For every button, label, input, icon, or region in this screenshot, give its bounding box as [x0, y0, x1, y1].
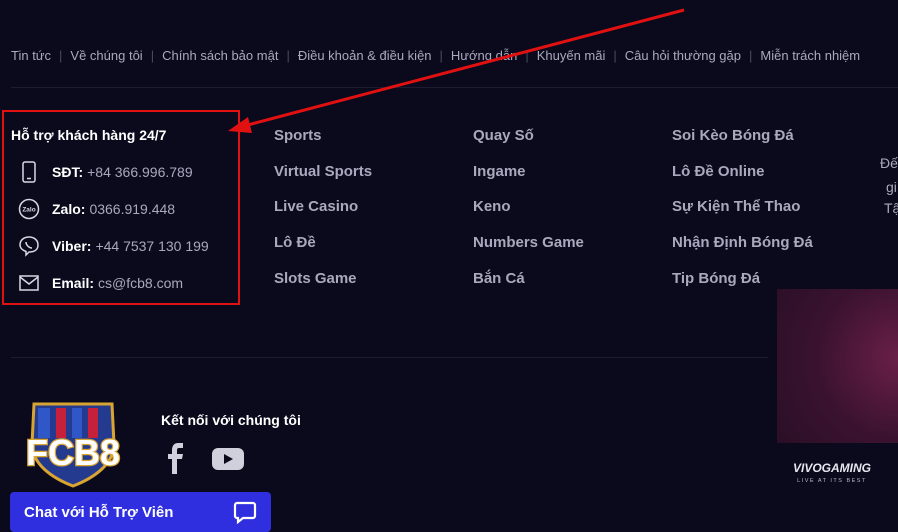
connect-title: Kết nối với chúng tôi	[161, 412, 301, 428]
contact-email[interactable]: Email: cs@fcb8.com	[18, 272, 183, 294]
footer-link-nhan-dinh[interactable]: Nhận Định Bóng Đá	[672, 234, 813, 270]
nav-separator: |	[613, 48, 617, 63]
promo-banner-image[interactable]	[777, 289, 898, 443]
contact-value: +84 366.996.789	[87, 164, 193, 180]
footer-link-sports[interactable]: Sports	[274, 127, 372, 163]
nav-separator: |	[59, 48, 63, 63]
vivo-gaming-logo: VIVOGAMING LIVE AT ITS BEST	[793, 461, 871, 484]
fcb8-logo[interactable]: FCB8	[12, 398, 134, 490]
nav-link-tin-tuc[interactable]: Tin tức	[11, 48, 51, 63]
nav-link-khuyen-mai[interactable]: Khuyến mãi	[537, 48, 606, 63]
chat-button-label: Chat với Hỗ Trợ Viên	[24, 503, 174, 521]
nav-separator: |	[286, 48, 290, 63]
contact-key: SĐT:	[52, 164, 84, 180]
nav-separator: |	[525, 48, 529, 63]
footer-link-live-casino[interactable]: Live Casino	[274, 198, 372, 234]
link-column-news: Soi Kèo Bóng Đá Lô Đề Online Sự Kiện Thể…	[672, 127, 813, 305]
nav-link-dieu-khoan[interactable]: Điều khoản & điều kiện	[298, 48, 432, 63]
footer-link-lo-de[interactable]: Lô Đề	[274, 234, 372, 270]
contact-value: cs@fcb8.com	[98, 275, 184, 291]
contact-value: 0366.919.448	[89, 201, 176, 217]
nav-link-ve-chung-toi[interactable]: Về chúng tôi	[70, 48, 142, 63]
zalo-icon-text: Zalo	[22, 207, 35, 214]
contact-key: Zalo:	[52, 201, 86, 217]
footer-link-ban-ca[interactable]: Bắn Cá	[473, 270, 584, 306]
footer-link-su-kien[interactable]: Sự Kiện Thể Thao	[672, 198, 813, 234]
footer-link-numbers-game[interactable]: Numbers Game	[473, 234, 584, 270]
footer-link-soi-keo[interactable]: Soi Kèo Bóng Đá	[672, 127, 813, 163]
chat-bubble-icon	[233, 501, 257, 524]
contact-phone[interactable]: SĐT: +84 366.996.789	[18, 161, 193, 183]
nav-separator: |	[749, 48, 753, 63]
contact-key: Email:	[52, 275, 95, 291]
contact-zalo[interactable]: Zalo Zalo: 0366.919.448	[18, 198, 175, 220]
truncated-text: Đế	[880, 155, 898, 171]
footer-link-quay-so[interactable]: Quay Số	[473, 127, 584, 163]
logo-text: FCB8	[26, 432, 120, 473]
nav-separator: |	[150, 48, 155, 63]
nav-link-chinh-sach-bao-mat[interactable]: Chính sách bảo mật	[162, 48, 278, 63]
chat-support-button[interactable]: Chat với Hỗ Trợ Viên	[10, 492, 271, 532]
nav-link-cau-hoi[interactable]: Câu hỏi thường gặp	[625, 48, 741, 63]
link-column-games: Sports Virtual Sports Live Casino Lô Đề …	[274, 127, 372, 305]
contact-key: Viber:	[52, 238, 92, 254]
footer-top-nav: Tin tức | Về chúng tôi | Chính sách bảo mậ…	[11, 48, 860, 63]
phone-icon	[18, 161, 40, 183]
nav-separator: |	[439, 48, 443, 63]
contact-value: +44 7537 130 199	[95, 238, 209, 254]
footer-link-lo-de-online[interactable]: Lô Đề Online	[672, 163, 813, 199]
footer-link-ingame[interactable]: Ingame	[473, 163, 584, 199]
truncated-text: Tậ	[884, 200, 898, 216]
email-icon	[18, 272, 40, 294]
facebook-icon[interactable]	[165, 442, 187, 476]
link-column-lottery: Quay Số Ingame Keno Numbers Game Bắn Cá	[473, 127, 584, 305]
footer-link-virtual-sports[interactable]: Virtual Sports	[274, 163, 372, 199]
nav-link-mien-trach-nhiem[interactable]: Miễn trách nhiệm	[760, 48, 860, 63]
youtube-icon[interactable]	[211, 446, 245, 472]
viber-icon	[18, 235, 40, 257]
divider	[11, 87, 898, 88]
footer-link-keno[interactable]: Keno	[473, 198, 584, 234]
divider	[11, 357, 768, 358]
support-title: Hỗ trợ khách hàng 24/7	[11, 127, 167, 143]
footer-link-slots-game[interactable]: Slots Game	[274, 270, 372, 306]
nav-link-huong-dan[interactable]: Hướng dẫn	[451, 48, 517, 63]
zalo-icon: Zalo	[18, 198, 40, 220]
contact-viber[interactable]: Viber: +44 7537 130 199	[18, 235, 209, 257]
partner-name: VIVOGAMING	[793, 461, 871, 475]
partner-tagline: LIVE AT ITS BEST	[797, 478, 867, 484]
truncated-text: gi	[886, 179, 897, 195]
